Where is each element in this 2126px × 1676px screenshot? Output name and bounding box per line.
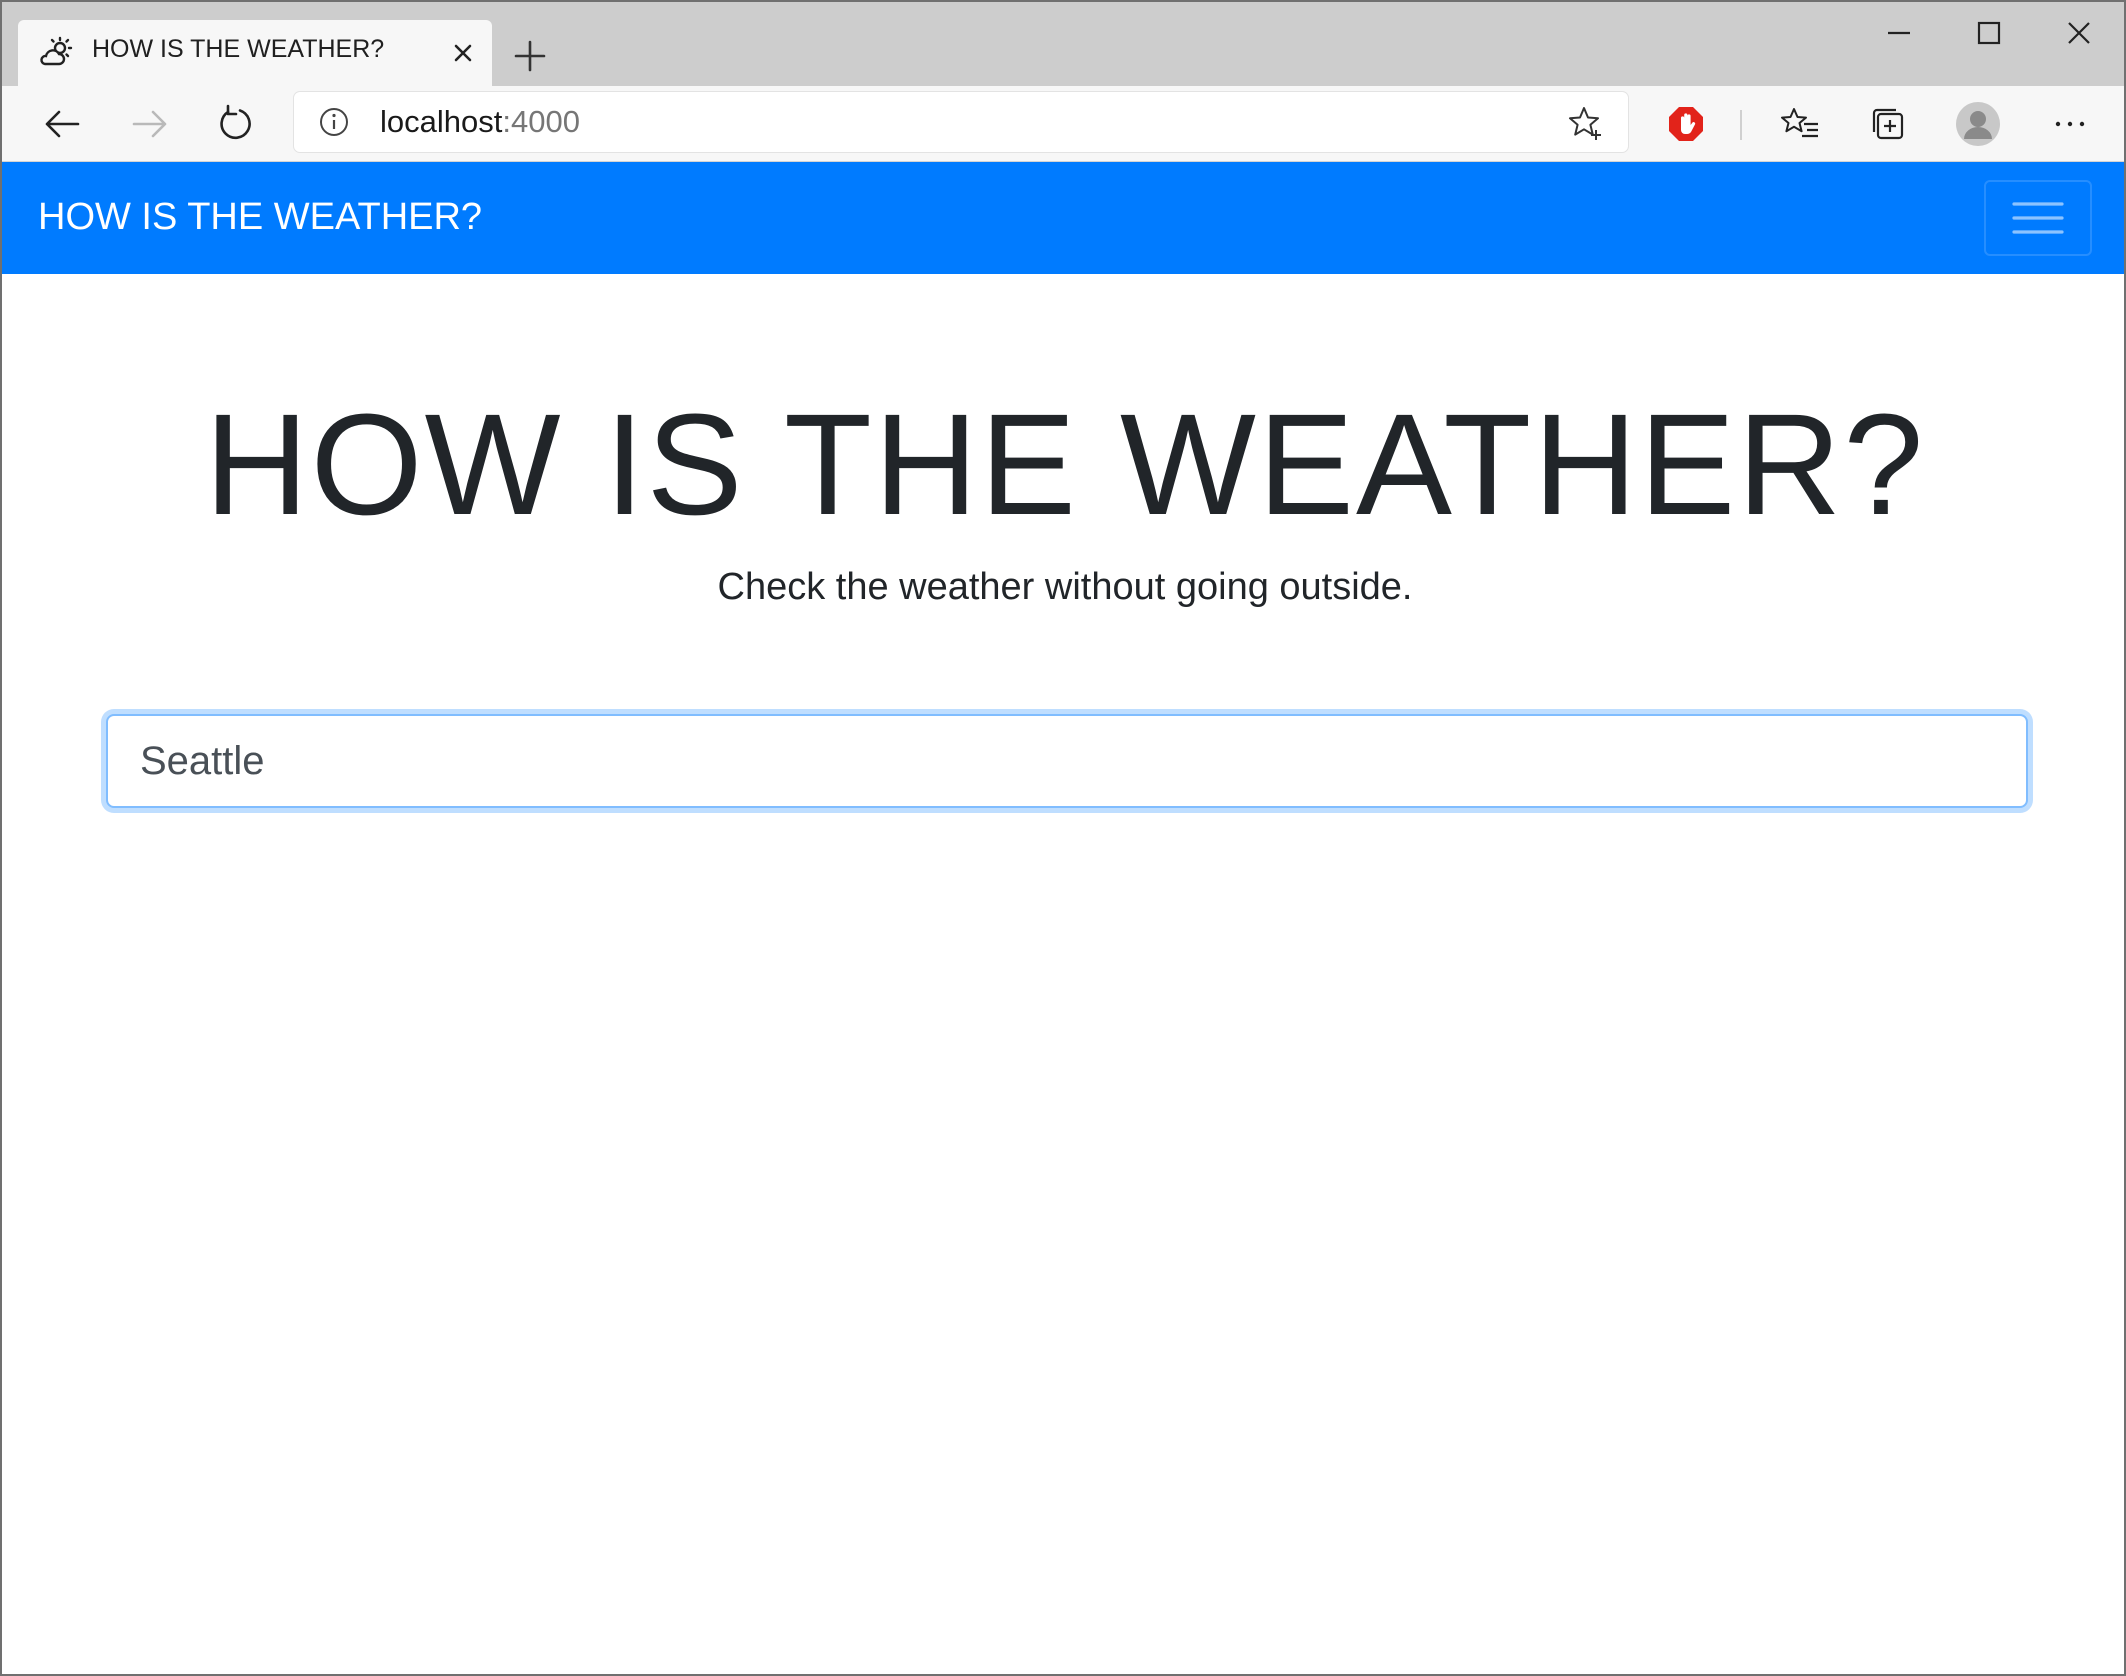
back-icon (45, 110, 80, 138)
adblock-stop-icon (1669, 107, 1703, 141)
adblock-button[interactable] (1662, 100, 1710, 148)
navbar-brand[interactable]: HOW IS THE WEATHER? (38, 196, 482, 239)
navbar-toggler-button[interactable] (1984, 180, 2092, 256)
more-button[interactable] (2046, 100, 2094, 148)
new-tab-icon[interactable] (510, 36, 550, 76)
more-icon (2055, 121, 2085, 127)
city-search-input[interactable] (106, 714, 2028, 808)
url-host: localhost (380, 104, 503, 139)
profile-button[interactable] (1954, 100, 2002, 148)
refresh-button[interactable] (212, 100, 260, 148)
web-page: HOW IS THE WEATHER? HOW IS THE WEATHER? … (2, 162, 2124, 1674)
maximize-icon[interactable] (1944, 2, 2034, 64)
tab-title: HOW IS THE WEATHER? (92, 35, 385, 63)
favorites-list-icon (1781, 108, 1818, 138)
url-text[interactable]: localhost:4000 (380, 104, 580, 140)
tab-strip: HOW IS THE WEATHER? (2, 2, 2124, 86)
back-button[interactable] (38, 100, 86, 148)
tab-close-icon[interactable] (448, 38, 478, 68)
url-port: :4000 (502, 104, 580, 139)
hamburger-menu-icon (2012, 202, 2064, 234)
address-bar[interactable]: localhost:4000 (294, 92, 1628, 152)
close-icon[interactable] (2034, 2, 2124, 64)
forward-button[interactable] (126, 100, 174, 148)
hero-subtitle: Check the weather without going outside. (717, 566, 1413, 608)
profile-avatar-icon (1956, 102, 2000, 146)
tab-weather[interactable]: HOW IS THE WEATHER? (18, 20, 492, 86)
minimize-icon[interactable] (1854, 2, 1944, 64)
weather-cloud-sun-icon (40, 36, 73, 66)
info-icon[interactable] (318, 106, 350, 138)
favorite-star-icon[interactable] (1566, 104, 1604, 142)
collections-button[interactable] (1864, 100, 1912, 148)
favorites-button[interactable] (1776, 100, 1824, 148)
refresh-icon (220, 104, 251, 140)
browser-toolbar: localhost:4000 (2, 86, 2124, 162)
toolbar-divider (1740, 110, 1742, 140)
navbar: HOW IS THE WEATHER? (2, 162, 2124, 274)
hero-title: HOW IS THE WEATHER? (204, 384, 1926, 545)
collections-icon (1872, 108, 1904, 140)
browser-window: HOW IS THE WEATHER? localhost:4000 HOW I… (0, 0, 2126, 1676)
forward-icon (132, 110, 167, 138)
